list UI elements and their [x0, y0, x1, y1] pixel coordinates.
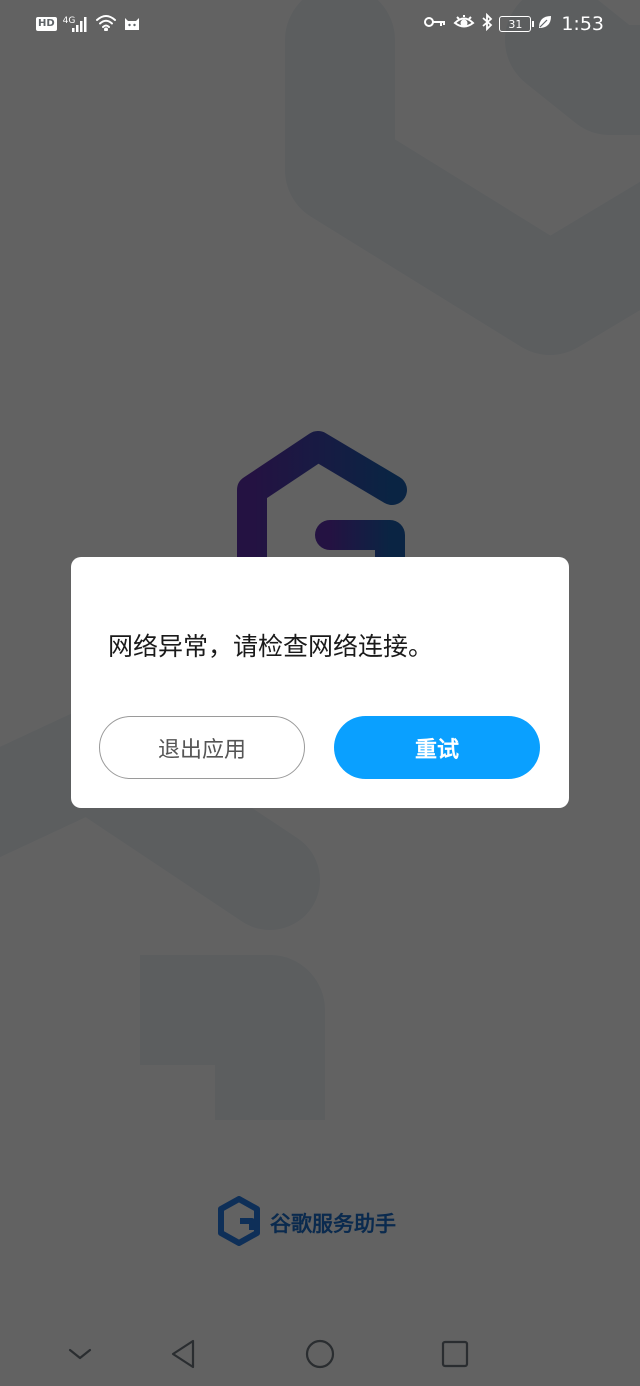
hd-badge: HD	[36, 17, 57, 31]
chevron-down-icon[interactable]	[56, 1334, 104, 1374]
retry-label: 重试	[414, 737, 459, 763]
splash-screen: HD 4G 31 1:53 谷歌服务助手 网络异常，请检查网络连接。 退出应用 …	[0, 0, 640, 1386]
brand-name: 谷歌服务助手	[270, 1212, 396, 1236]
network-type: 4G	[62, 16, 76, 26]
cat-icon	[123, 14, 141, 34]
bluetooth-icon	[481, 12, 493, 35]
recents-square-icon[interactable]	[431, 1334, 479, 1374]
signal-icon: 4G	[63, 16, 90, 32]
exit-app-button[interactable]: 退出应用	[99, 716, 305, 779]
key-icon	[423, 15, 447, 33]
exit-app-label: 退出应用	[157, 737, 246, 763]
network-error-dialog: 网络异常，请检查网络连接。 退出应用 重试	[71, 557, 569, 808]
battery-icon: 31	[499, 16, 535, 32]
dialog-message: 网络异常，请检查网络连接。	[108, 632, 434, 661]
battery-level: 31	[508, 17, 523, 31]
navigation-bar	[0, 1320, 640, 1386]
hexagon-g-logo-icon	[216, 1196, 262, 1250]
home-circle-icon[interactable]	[296, 1334, 344, 1374]
status-time: 1:53	[561, 13, 604, 35]
leaf-icon	[537, 14, 553, 34]
retry-button[interactable]: 重试	[334, 716, 540, 779]
brand-lockup: 谷歌服务助手	[216, 1196, 396, 1250]
wifi-icon	[95, 13, 117, 35]
status-bar: HD 4G 31 1:53	[0, 0, 640, 48]
eye-icon	[453, 14, 475, 34]
back-triangle-icon[interactable]	[160, 1334, 208, 1374]
